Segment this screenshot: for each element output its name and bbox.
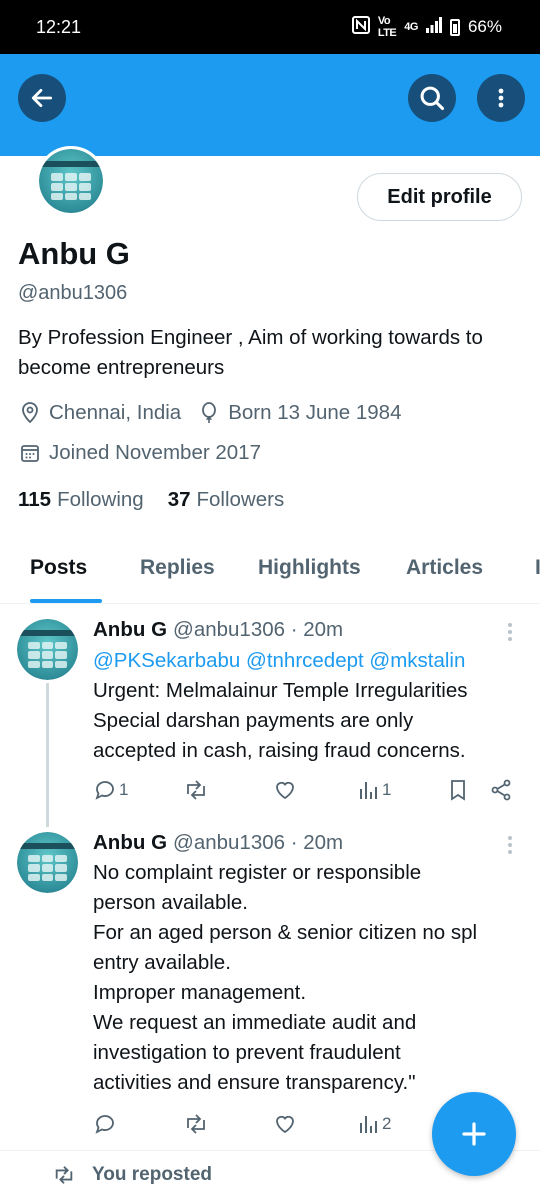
- network-type: 4G: [404, 21, 418, 33]
- profile-joined: Joined November 2017: [49, 441, 261, 464]
- repost-button[interactable]: [183, 778, 209, 802]
- post-header: Anbu G @anbu1306 · 20m: [93, 831, 343, 855]
- repost-icon: [55, 1166, 73, 1184]
- status-time: 12:21: [36, 16, 82, 37]
- profile-banner: [0, 54, 540, 156]
- post-mentions[interactable]: @PKSekarbabu @tnhrcedept @mkstalin: [93, 646, 531, 676]
- post-handle-time: @anbu1306 · 20m: [173, 831, 344, 854]
- arrow-left-icon: [31, 89, 53, 107]
- post-line: Urgent: Melmalainur Temple Irregularitie…: [93, 679, 468, 702]
- share-icon: [491, 779, 511, 801]
- profile-birthday: Born 13 June 1984: [228, 401, 402, 424]
- search-icon: [420, 86, 445, 111]
- views-count: 1: [382, 780, 392, 799]
- status-bar: 12:21 Vo LTE 4G 66%: [0, 0, 540, 54]
- back-button[interactable]: [18, 74, 66, 122]
- post-line: No complaint register or responsible: [93, 861, 422, 884]
- post-line: Improper management.: [93, 981, 307, 1004]
- thread-connector: [46, 683, 49, 827]
- post-line: person available.: [93, 891, 248, 914]
- repost-button[interactable]: [183, 1112, 209, 1136]
- tab-replies[interactable]: Replies: [140, 556, 215, 580]
- tab-highlights[interactable]: Highlights: [258, 556, 361, 580]
- post-more-icon[interactable]: [504, 623, 516, 641]
- profile-handle: @anbu1306: [18, 282, 128, 304]
- heart-icon: [276, 781, 294, 800]
- repost-icon: [187, 1114, 205, 1134]
- like-button[interactable]: [273, 778, 297, 802]
- post-avatar[interactable]: [17, 619, 78, 680]
- post-more-icon[interactable]: [504, 836, 516, 854]
- following-link[interactable]: 115 Following: [18, 488, 144, 512]
- location-pin-icon: [18, 401, 42, 425]
- reply-button[interactable]: [93, 1112, 117, 1136]
- repost-label: You reposted: [92, 1164, 212, 1185]
- followers-link[interactable]: 37 Followers: [168, 488, 285, 512]
- post-header: Anbu G @anbu1306 · 20m: [93, 618, 343, 642]
- post-line: accepted in cash, raising fraud concerns…: [93, 739, 466, 762]
- nfc-icon: [351, 15, 370, 39]
- heart-icon: [276, 1115, 294, 1134]
- post-line: We request an immediate audit and: [93, 1011, 417, 1034]
- profile-tabs: Posts Replies Highlights Articles I: [0, 538, 540, 604]
- profile-avatar[interactable]: [36, 146, 106, 216]
- battery-level: 66%: [467, 17, 502, 36]
- share-button[interactable]: [489, 778, 513, 802]
- bookmark-button[interactable]: [447, 778, 469, 802]
- reply-button[interactable]: 1: [93, 778, 128, 802]
- post-actions: 1 1: [93, 778, 523, 804]
- post-line: entry available.: [93, 951, 231, 974]
- signal-icon: [425, 16, 442, 38]
- repost-icon: [187, 780, 205, 800]
- like-button[interactable]: [273, 1112, 297, 1136]
- more-options-button[interactable]: [477, 74, 525, 122]
- post-line: For an aged person & senior citizen no s…: [93, 921, 478, 944]
- tab-posts[interactable]: Posts: [30, 556, 87, 580]
- tab-articles[interactable]: Articles: [406, 556, 483, 580]
- active-tab-indicator: [30, 599, 102, 603]
- tab-media[interactable]: I: [535, 556, 540, 580]
- battery-icon: [449, 18, 460, 36]
- more-vertical-icon: [498, 88, 504, 108]
- plus-icon: [462, 1122, 486, 1146]
- reply-icon: [95, 1115, 114, 1134]
- avatar-image: [17, 619, 78, 680]
- profile-name: Anbu G: [18, 236, 130, 271]
- post-line: Special darshan payments are only: [93, 709, 414, 732]
- post-body: No complaint register or responsible per…: [93, 858, 531, 1098]
- profile-location: Chennai, India: [49, 401, 182, 424]
- views-button[interactable]: 2: [358, 1112, 391, 1136]
- balloon-icon: [197, 401, 221, 425]
- profile-meta-joined: Joined November 2017: [18, 441, 261, 465]
- post-line: investigation to prevent fraudulent: [93, 1041, 401, 1064]
- bookmark-icon: [451, 780, 465, 801]
- volte-icon: Vo LTE: [377, 15, 397, 39]
- post-avatar[interactable]: [17, 832, 78, 893]
- compose-post-button[interactable]: [432, 1092, 516, 1176]
- edit-profile-button[interactable]: Edit profile: [357, 173, 522, 221]
- post-body: @PKSekarbabu @tnhrcedept @mkstalin Urgen…: [93, 646, 531, 766]
- views-count: 2: [382, 1114, 392, 1133]
- views-chart-icon: [360, 782, 377, 799]
- calendar-icon: [18, 441, 42, 465]
- reply-count: 1: [119, 780, 129, 799]
- profile-meta-location-birthday: Chennai, India Born 13 June 1984: [18, 401, 401, 425]
- views-chart-icon: [360, 1116, 377, 1133]
- reply-icon: [95, 781, 114, 800]
- repost-indicator: You reposted: [52, 1164, 212, 1186]
- views-button[interactable]: 1: [358, 778, 391, 802]
- follow-stats: 115 Following 37 Followers: [18, 488, 284, 512]
- avatar-image: [17, 832, 78, 893]
- profile-bio: By Profession Engineer , Aim of working …: [18, 326, 483, 379]
- post-author[interactable]: Anbu G: [93, 618, 167, 641]
- status-icons: Vo LTE 4G 66%: [351, 15, 502, 39]
- avatar-image: [39, 149, 103, 213]
- post-author[interactable]: Anbu G: [93, 831, 167, 854]
- post-handle-time: @anbu1306 · 20m: [173, 618, 344, 641]
- search-button[interactable]: [408, 74, 456, 122]
